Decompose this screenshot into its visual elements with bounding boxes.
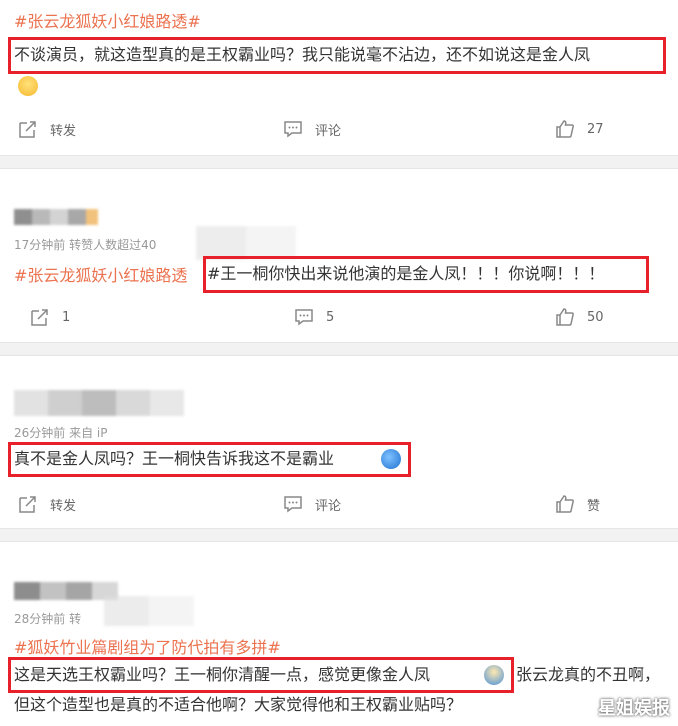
topic-hashtag[interactable]: #狐妖竹业篇剧组为了防代拍有多拼# xyxy=(14,634,281,658)
comment-icon xyxy=(284,496,302,513)
thumbs-up-icon xyxy=(556,120,574,138)
like-label: 赞 xyxy=(587,498,601,514)
thumbs-up-icon xyxy=(556,495,574,513)
blurred-overlay xyxy=(196,226,296,260)
thumbs-up-icon xyxy=(556,308,574,326)
feed-divider xyxy=(0,528,678,542)
post-text-line-2: 但这个造型也是真的不适合他啊？大家觉得他和王权霸业贴吗？ xyxy=(14,695,463,714)
topic-hashtag[interactable]: #张云龙狐妖小红娘路透# xyxy=(14,8,201,32)
comment-label: 评论 xyxy=(315,498,342,514)
feed-divider xyxy=(0,155,678,169)
post-meta: 26分钟前 来自 iP xyxy=(14,426,108,440)
repost-icon xyxy=(19,496,36,513)
repost-button[interactable]: 1 xyxy=(30,307,70,327)
comment-button[interactable]: 评论 xyxy=(283,119,341,139)
blurred-overlay xyxy=(104,596,194,626)
feed-divider xyxy=(0,342,678,356)
post-meta: 28分钟前 转 xyxy=(14,612,82,626)
topic-hashtag[interactable]: #张云龙狐妖小红娘路透 xyxy=(14,262,187,286)
smile-emoji-icon xyxy=(18,76,38,96)
post-text-line-1: 这是天选王权霸业吗？王一桐你清醒一点，感觉更像金人凤 xyxy=(14,665,431,684)
repost-label: 转发 xyxy=(50,498,77,514)
blurred-username xyxy=(14,582,118,600)
comment-icon xyxy=(295,309,313,326)
repost-button[interactable]: 转发 xyxy=(18,119,76,139)
comment-button[interactable]: 评论 xyxy=(283,494,341,514)
repost-label: 转发 xyxy=(50,123,77,139)
post-text-line-1-tail: 张云龙真的不丑啊， xyxy=(516,665,661,684)
post-text: #王一桐你快出来说他演的是金人凤！！！你说啊！！！ xyxy=(207,264,605,283)
repost-icon xyxy=(31,309,48,326)
blurred-username xyxy=(14,209,106,225)
like-button[interactable]: 赞 xyxy=(555,494,600,514)
face-emoji-icon xyxy=(381,449,401,469)
like-button[interactable]: 50 xyxy=(555,307,604,327)
repost-icon xyxy=(19,121,36,138)
like-count: 50 xyxy=(587,309,604,325)
like-button[interactable]: 27 xyxy=(555,119,604,139)
repost-count: 1 xyxy=(62,309,71,325)
post-text: 不谈演员，就这造型真的是王权霸业吗？我只能说毫不沾边，还不如说这是金人凤 xyxy=(14,45,591,64)
repost-button[interactable]: 转发 xyxy=(18,494,76,514)
blurred-username xyxy=(14,390,184,416)
comment-count: 5 xyxy=(326,309,335,325)
post-meta: 17分钟前 转赞人数超过40 xyxy=(14,238,157,252)
like-count: 27 xyxy=(587,121,604,137)
comment-label: 评论 xyxy=(315,123,342,139)
watermark: 星姐娱报 xyxy=(598,698,670,719)
post-text: 真不是金人凤吗？王一桐快告诉我这不是霸业 xyxy=(14,449,335,468)
comment-icon xyxy=(284,121,302,138)
comment-button[interactable]: 5 xyxy=(294,307,334,327)
person-emoji-icon xyxy=(484,665,504,685)
